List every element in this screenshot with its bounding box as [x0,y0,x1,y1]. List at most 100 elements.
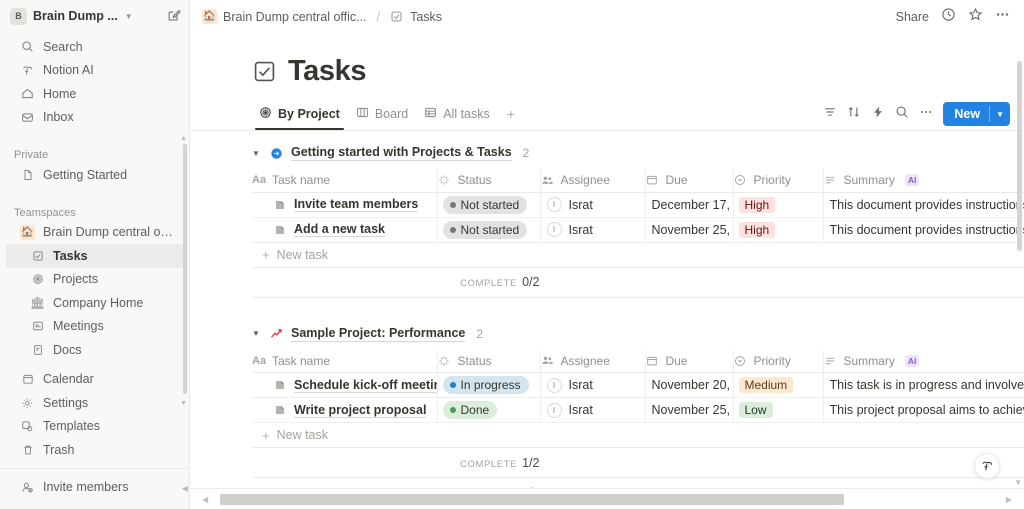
sidebar-item-getting-started[interactable]: Getting Started [6,163,183,187]
table-row[interactable]: Write project proposal Done I Israt Novem… [252,397,1024,423]
cell-due[interactable]: November 25, 2024 [645,397,734,423]
cell-task-name[interactable]: Add a new task [252,217,438,243]
sidebar-item-templates[interactable]: Templates [6,415,183,439]
cell-due[interactable]: November 25, 2024 [645,217,734,243]
cell-due[interactable]: December 17, 2024 [645,192,734,218]
page-icon [274,379,287,392]
sidebar-scrollbar[interactable] [183,144,187,395]
calendar-icon [646,355,660,367]
cell-status[interactable]: Not started [437,192,541,218]
sidebar-item-projects[interactable]: Projects [6,268,183,292]
more-icon[interactable] [919,105,933,124]
column-assignee[interactable]: Assignee [540,349,646,373]
automation-icon[interactable] [871,105,885,124]
new-task-button[interactable]: + New task [252,423,1024,448]
sort-icon[interactable] [847,105,861,124]
search-icon[interactable] [895,105,909,124]
more-icon[interactable] [995,7,1010,27]
cell-due[interactable]: November 20, 2024 [645,372,734,398]
column-priority[interactable]: Priority [733,169,824,193]
column-task-name[interactable]: Aa Task name [252,169,438,193]
table-row[interactable]: Schedule kick-off meeting In progress II… [252,372,1024,398]
chevron-down-icon[interactable]: ▼ [990,110,1010,119]
cell-task-name[interactable]: Invite team members [252,192,438,218]
cell-summary[interactable]: This task is in progress and involves sc… [823,372,1024,398]
sidebar-item-settings[interactable]: Settings [6,391,183,415]
table-row[interactable]: Invite team members Not started I Israt D… [252,192,1024,218]
breadcrumb-page[interactable]: Tasks [410,10,442,24]
sidebar-item-docs[interactable]: Docs [6,338,183,362]
new-button[interactable]: New ▼ [943,102,1010,126]
tab-by-project[interactable]: By Project [252,102,347,131]
scroll-down-arrow-icon[interactable]: ▼ [1014,478,1022,487]
cell-status[interactable]: Done [437,397,541,423]
workspace-switcher[interactable]: B Brain Dump ... ▼ [0,0,189,32]
sidebar-item-inbox[interactable]: Inbox [6,106,183,130]
column-priority[interactable]: Priority [733,349,824,373]
cell-assignee[interactable]: I Israt [540,217,646,243]
column-summary[interactable]: Summary AI [823,169,1024,193]
sidebar-item-notion-ai[interactable]: Notion AI [6,59,183,83]
cell-priority[interactable]: Medium [733,372,824,398]
scroll-down-arrow-icon[interactable]: ▼ [180,400,187,407]
cell-summary[interactable]: This project proposal aims to achieve o [823,397,1024,423]
column-label: Due [665,353,688,368]
horizontal-scrollbar-thumb[interactable] [220,493,844,505]
sidebar-item-search[interactable]: Search [6,35,183,59]
column-task-name[interactable]: Aa Task name [252,349,438,373]
cell-task-name[interactable]: Write project proposal [252,397,438,423]
table-row[interactable]: Add a new task Not started I Israt Novemb… [252,217,1024,243]
cell-priority[interactable]: High [733,217,824,243]
assignee-name: Israt [568,403,593,417]
group-table: Aa Task name Status Assignee Due Priority… [252,349,1024,423]
cell-priority[interactable]: High [733,192,824,218]
sidebar-item-home[interactable]: Home [6,82,183,106]
cell-task-name[interactable]: Schedule kick-off meeting [252,372,438,398]
column-assignee[interactable]: Assignee [540,169,646,193]
column-summary[interactable]: Summary AI [823,349,1024,373]
breadcrumb-workspace[interactable]: Brain Dump central offic... [223,10,367,24]
scroll-right-arrow-icon[interactable]: ▶ [1006,495,1012,504]
group-header[interactable]: ▼ Getting started with Projects & Tasks … [252,131,1024,169]
tab-all-tasks[interactable]: All tasks [417,102,497,131]
horizontal-scrollbar[interactable]: ◀ ▶ [190,488,1024,509]
new-task-button[interactable]: + New task [252,243,1024,268]
column-status[interactable]: Status [437,349,541,373]
cell-assignee[interactable]: I Israt [540,397,646,423]
sidebar-item-trash[interactable]: Trash [6,438,183,461]
sidebar-item-teamspace[interactable]: 🏠 Brain Dump central offic... [6,221,183,245]
compose-icon[interactable] [167,9,181,23]
scroll-left-arrow-icon[interactable]: ◀ [202,495,208,504]
cell-assignee[interactable]: I Israt [540,192,646,218]
cell-summary[interactable]: This document provides instructions for [823,192,1024,218]
sidebar-label: Docs [53,342,82,357]
column-due[interactable]: Due [645,169,734,193]
cell-status[interactable]: Not started [437,217,541,243]
collapse-triangle-icon[interactable]: ▼ [252,329,262,338]
sidebar-item-company-home[interactable]: 🏛 Company Home [6,291,183,315]
complete-value: 1/2 [522,455,540,470]
cell-status[interactable]: In progress [437,372,541,398]
collapse-triangle-icon[interactable]: ▼ [252,149,262,158]
tab-board[interactable]: Board [349,102,415,131]
column-due[interactable]: Due [645,349,734,373]
content-vertical-scrollbar[interactable] [1017,61,1022,251]
share-button[interactable]: Share [896,10,929,24]
star-icon[interactable] [968,7,983,27]
sidebar-item-calendar[interactable]: Calendar [6,368,183,392]
filter-icon[interactable] [823,105,837,124]
cell-assignee[interactable]: I Israt [540,372,646,398]
scroll-up-arrow-icon[interactable]: ▲ [180,135,187,142]
cell-summary[interactable]: This document provides instructions for [823,217,1024,243]
clock-icon[interactable] [941,7,956,27]
sidebar-item-meetings[interactable]: Meetings [6,315,183,339]
column-status[interactable]: Status [437,169,541,193]
sidebar-item-invite-members[interactable]: Invite members [6,476,183,500]
notion-ai-fab-button[interactable] [974,453,1000,479]
cell-priority[interactable]: Low [733,397,824,423]
horizontal-scrollbar-track[interactable] [212,493,1002,505]
add-view-button[interactable]: + [499,104,523,130]
group-header[interactable]: ▼ Sample Project: Performance 2 [252,312,1024,350]
sidebar-collapse-icon[interactable]: ◀ [182,484,188,493]
sidebar-item-tasks[interactable]: Tasks [6,244,183,268]
